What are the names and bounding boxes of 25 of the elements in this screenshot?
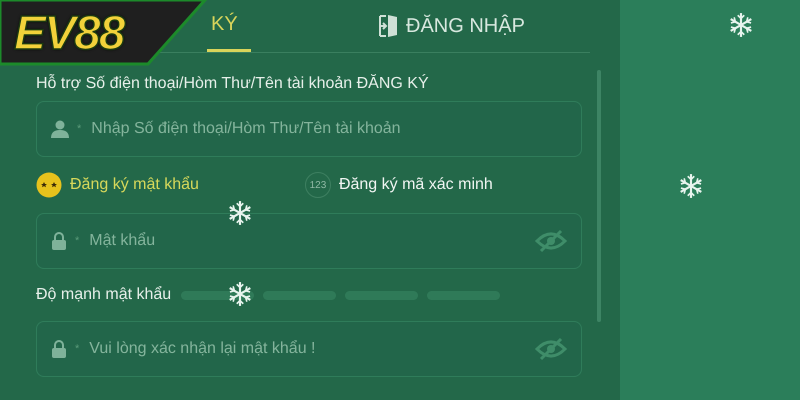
account-label: Hỗ trợ Số điện thoại/Hòm Thư/Tên tài khoản ĐĂNG KÝ <box>36 75 430 93</box>
logo: EV88 <box>14 6 124 61</box>
snowflake-icon <box>678 173 704 199</box>
snowflake-icon <box>728 12 754 38</box>
lock-icon <box>51 340 67 358</box>
user-icon <box>51 120 69 138</box>
lock-icon <box>51 232 67 250</box>
snowflake-icon <box>227 200 253 226</box>
confirm-password-field[interactable]: Vui lòng xác nhận lại mật khẩu ! <box>87 339 527 359</box>
tab[interactable]: KÝ <box>207 0 251 52</box>
strength-label: Độ mạnh mật khẩu <box>36 286 172 304</box>
eye-off-icon[interactable] <box>535 229 567 253</box>
required-mark: * <box>77 123 82 135</box>
required-mark: * <box>75 235 80 247</box>
smiley-icon <box>36 172 62 198</box>
eye-off-icon[interactable] <box>535 337 567 361</box>
required-mark: * <box>75 343 80 355</box>
password-field[interactable]: Mật khẩu <box>87 231 527 251</box>
number-icon: 123 <box>304 172 331 198</box>
tab[interactable]: ĐĂNG NHẬP <box>368 0 535 52</box>
door-icon <box>378 14 398 38</box>
account-field[interactable]: Nhập Số điện thoại/Hòm Thư/Tên tài khoản <box>89 119 567 139</box>
snowflake-icon <box>227 281 253 307</box>
method-option[interactable]: 123 Đăng ký mã xác minh <box>304 172 493 198</box>
method-option[interactable]: Đăng ký mật khẩu <box>36 172 199 198</box>
